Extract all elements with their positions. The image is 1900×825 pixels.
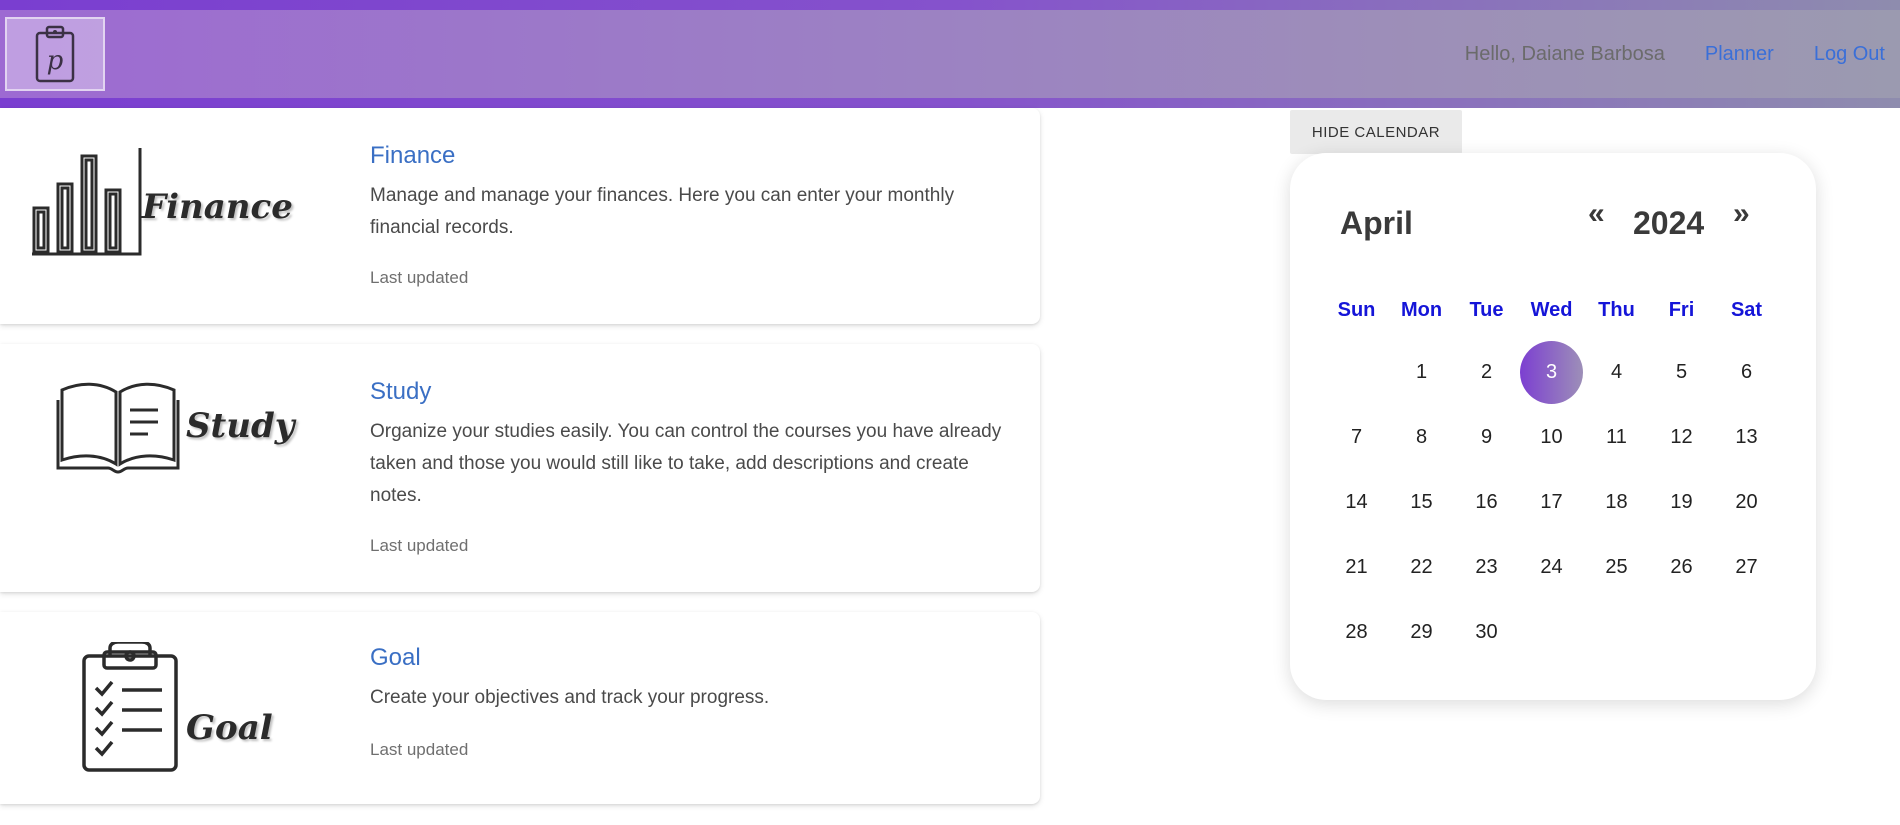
calendar-day-empty — [1519, 602, 1584, 664]
goal-card[interactable]: Goal Goal Create your objectives and tra… — [0, 612, 1040, 804]
calendar-month: April — [1340, 205, 1413, 241]
calendar-week: 7 8 9 10 11 12 13 — [1324, 405, 1780, 470]
calendar-day[interactable]: 16 — [1454, 472, 1519, 534]
planner-link[interactable]: Planner — [1705, 43, 1774, 66]
checklist-clipboard-icon — [82, 642, 178, 772]
header-nav: Hello, Daiane Barbosa Planner Log Out — [1465, 10, 1885, 98]
calendar-day[interactable]: 4 — [1584, 342, 1649, 404]
calendar-day[interactable]: 30 — [1454, 602, 1519, 664]
next-year-button[interactable]: » — [1733, 197, 1750, 231]
calendar-day[interactable]: 9 — [1454, 407, 1519, 469]
calendar-day[interactable]: 22 — [1389, 537, 1454, 599]
calendar-day-selected[interactable]: 3 — [1519, 341, 1584, 404]
study-last-updated: Last updated — [370, 536, 469, 555]
calendar-day-empty — [1649, 602, 1714, 664]
open-book-icon — [56, 382, 180, 474]
logo-letter: p — [47, 46, 64, 76]
calendar-day[interactable]: 13 — [1714, 407, 1779, 469]
calendar-day[interactable]: 14 — [1324, 472, 1389, 534]
calendar-day[interactable]: 24 — [1519, 537, 1584, 599]
calendar-day[interactable]: 21 — [1324, 537, 1389, 599]
weekday-header: Sun Mon Tue Wed Thu Fri Sat — [1324, 295, 1780, 325]
calendar-day[interactable]: 17 — [1519, 472, 1584, 534]
calendar-day[interactable]: 8 — [1389, 407, 1454, 469]
calendar-grid: Sun Mon Tue Wed Thu Fri Sat 1 2 3 4 5 6 … — [1324, 295, 1780, 665]
weekday-label: Fri — [1668, 298, 1695, 321]
calendar-week: 1 2 3 4 5 6 — [1324, 340, 1780, 405]
weekday-label: Thu — [1598, 298, 1635, 321]
finance-title[interactable]: Finance — [370, 142, 455, 170]
weekday-label: Sun — [1337, 298, 1376, 321]
calendar-day[interactable]: 18 — [1584, 472, 1649, 534]
calendar-day[interactable]: 10 — [1519, 407, 1584, 469]
previous-year-button[interactable]: « — [1588, 197, 1605, 231]
study-image-word: Study — [186, 406, 295, 446]
calendar-day[interactable]: 15 — [1389, 472, 1454, 534]
logout-link[interactable]: Log Out — [1814, 43, 1885, 66]
finance-description: Manage and manage your finances. Here yo… — [370, 185, 955, 238]
calendar-day[interactable]: 29 — [1389, 602, 1454, 664]
study-card[interactable]: Study Study Organize your studies easily… — [0, 344, 1040, 592]
calendar-week: 21 22 23 24 25 26 27 — [1324, 535, 1780, 600]
weekday-label: Wed — [1530, 298, 1573, 321]
finance-last-updated: Last updated — [370, 268, 469, 287]
calendar-day[interactable]: 26 — [1649, 537, 1714, 599]
finance-image-word: Finance — [142, 187, 293, 227]
calendar-day[interactable]: 11 — [1584, 407, 1649, 469]
hide-calendar-button[interactable]: HIDE CALENDAR — [1290, 110, 1462, 154]
calendar-day-empty — [1584, 602, 1649, 664]
calendar-widget: April « 2024 » Sun Mon Tue Wed Thu Fri S… — [1290, 153, 1816, 700]
calendar-day[interactable]: 19 — [1649, 472, 1714, 534]
study-description: Organize your studies easily. You can co… — [370, 421, 1002, 506]
app-logo[interactable]: p — [5, 17, 105, 91]
bar-chart-icon — [32, 148, 142, 256]
calendar-day[interactable]: 6 — [1714, 342, 1779, 404]
weekday-label: Mon — [1400, 298, 1443, 321]
goal-description: Create your objectives and track your pr… — [370, 687, 770, 708]
user-greeting: Hello, Daiane Barbosa — [1464, 42, 1665, 65]
calendar-day[interactable]: 28 — [1324, 602, 1389, 664]
goal-image-word: Goal — [186, 708, 273, 748]
calendar-day[interactable]: 7 — [1324, 407, 1389, 469]
study-image: Study — [56, 380, 295, 476]
calendar-day[interactable]: 20 — [1714, 472, 1779, 534]
study-title[interactable]: Study — [370, 378, 431, 406]
finance-card[interactable]: Finance Finance Manage and manage your f… — [0, 108, 1040, 324]
goal-image: Goal — [80, 642, 273, 774]
calendar-day[interactable]: 25 — [1584, 537, 1649, 599]
calendar-week: 28 29 30 — [1324, 600, 1780, 665]
top-navbar: p Hello, Daiane Barbosa Planner Log Out — [0, 0, 1900, 108]
calendar-day[interactable]: 27 — [1714, 537, 1779, 599]
goal-title[interactable]: Goal — [370, 644, 421, 672]
calendar-day[interactable]: 5 — [1649, 342, 1714, 404]
calendar-day-empty — [1324, 342, 1389, 404]
weekday-label: Tue — [1469, 298, 1504, 321]
clipboard-logo-icon: p — [35, 25, 75, 83]
calendar-day-empty — [1714, 602, 1779, 664]
goal-last-updated: Last updated — [370, 740, 469, 759]
weekday-label: Sat — [1730, 298, 1763, 321]
finance-image: Finance — [30, 146, 293, 258]
calendar-week: 14 15 16 17 18 19 20 — [1324, 470, 1780, 535]
calendar-day[interactable]: 12 — [1649, 407, 1714, 469]
calendar-day[interactable]: 2 — [1454, 342, 1519, 404]
calendar-year: 2024 — [1633, 205, 1705, 241]
calendar-day[interactable]: 1 — [1389, 342, 1454, 404]
calendar-day[interactable]: 23 — [1454, 537, 1519, 599]
